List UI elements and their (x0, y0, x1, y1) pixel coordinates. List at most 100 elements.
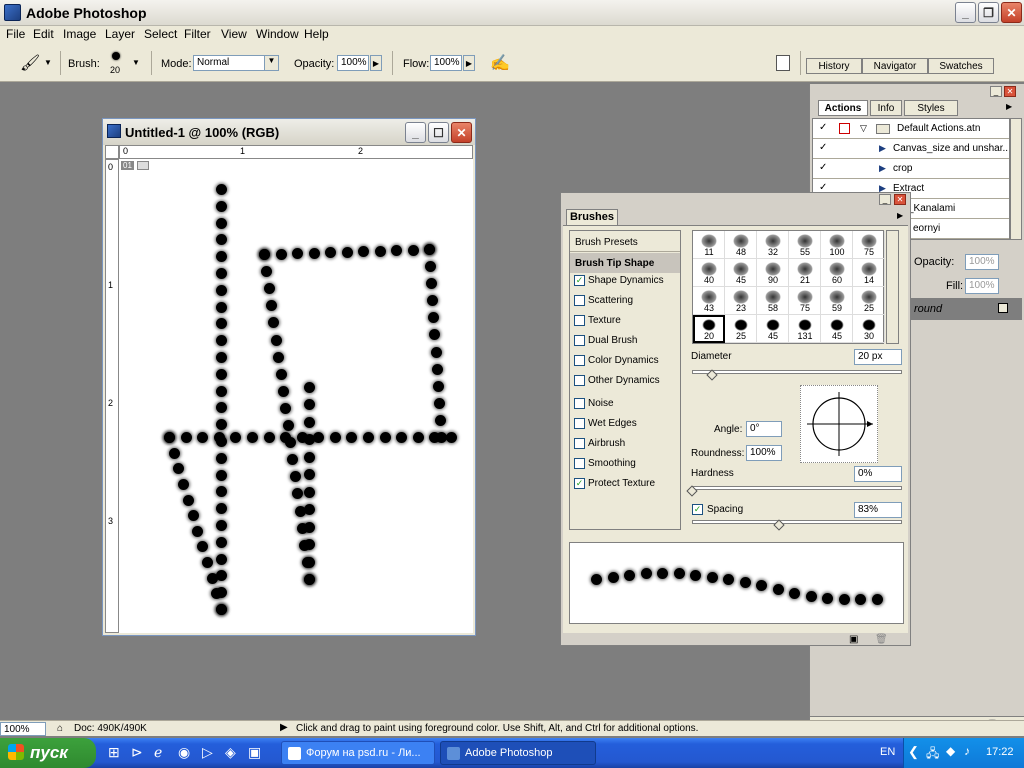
panel-menu-arrow-icon[interactable]: ▶ (897, 211, 903, 220)
tab-navigator[interactable]: Navigator (862, 58, 928, 74)
flow-slider-arrow-icon[interactable]: ▶ (463, 55, 475, 71)
minimize-button[interactable]: _ (955, 2, 976, 23)
spacing-checkbox[interactable]: ✓ (692, 504, 703, 515)
tab-actions[interactable]: Actions (818, 100, 868, 116)
canvas[interactable]: 01 (119, 159, 473, 633)
quicklaunch-desktop-icon[interactable]: ⊞ (108, 744, 120, 761)
menu-image[interactable]: Image (63, 27, 96, 41)
brush-tip-cell[interactable]: 32 (757, 231, 789, 259)
checkbox[interactable] (574, 398, 585, 409)
shape-dynamics-option[interactable]: ✓ Shape Dynamics (574, 275, 664, 286)
brush-tip-cell[interactable]: 60 (821, 259, 853, 287)
diameter-input[interactable]: 20 px (854, 349, 902, 365)
maximize-button[interactable]: ❐ (978, 2, 999, 23)
tab-styles[interactable]: Styles (904, 100, 958, 116)
document-title-bar[interactable]: Untitled-1 @ 100% (RGB) _ ☐ ✕ (103, 119, 475, 145)
brush-tip-cell[interactable]: 45 (821, 315, 853, 343)
menu-select[interactable]: Select (144, 27, 177, 41)
quicklaunch-photoshop-icon[interactable]: ◈ (225, 744, 236, 761)
palette-close-button[interactable]: ✕ (1004, 86, 1016, 97)
brush-tip-cell[interactable]: 59 (821, 287, 853, 315)
language-indicator[interactable]: EN (880, 746, 895, 758)
color-dynamics-option[interactable]: Color Dynamics (574, 355, 659, 366)
start-button[interactable]: пуск (0, 738, 96, 768)
quicklaunch-app-icon[interactable]: ▣ (248, 744, 261, 761)
menu-edit[interactable]: Edit (33, 27, 54, 41)
hardness-input[interactable]: 0% (854, 466, 902, 482)
spacing-input[interactable]: 83% (854, 502, 902, 518)
toggle-check-icon[interactable]: ✓ (819, 142, 827, 153)
brush-tip-cell[interactable]: 11 (693, 231, 725, 259)
layers-fill-input[interactable]: 100% (965, 278, 999, 294)
diameter-slider[interactable] (692, 370, 902, 374)
brush-tip-cell[interactable]: 40 (693, 259, 725, 287)
angle-input[interactable]: 0° (746, 421, 782, 437)
palette-minimize-button[interactable]: _ (990, 86, 1002, 97)
brush-tip-cell[interactable]: 75 (853, 231, 885, 259)
checkbox[interactable] (574, 375, 585, 386)
taskbar-item-photoshop[interactable]: Adobe Photoshop (440, 741, 596, 765)
brush-tip-cell[interactable]: 20 (693, 315, 725, 343)
quicklaunch-media-icon[interactable]: ▷ (202, 744, 213, 761)
airbrush-icon[interactable]: ✍ (490, 53, 510, 73)
tray-volume-icon[interactable]: ♪ (964, 744, 970, 758)
new-brush-icon[interactable]: ▣ (849, 634, 858, 645)
trash-icon[interactable]: 🗑 (875, 634, 888, 645)
noise-option[interactable]: Noise (574, 398, 614, 409)
palette-minimize-button[interactable]: _ (879, 194, 891, 205)
menu-view[interactable]: View (221, 27, 247, 41)
horizontal-ruler[interactable]: 0 1 2 (119, 145, 473, 159)
brush-tip-cell[interactable]: 100 (821, 231, 853, 259)
palette-menu-icon[interactable] (776, 55, 790, 71)
brush-tip-cell[interactable]: 21 (789, 259, 821, 287)
toggle-check-icon[interactable]: ✓ (819, 162, 827, 173)
menu-window[interactable]: Window (256, 27, 299, 41)
hardness-slider[interactable] (692, 486, 902, 490)
status-arrow-icon[interactable]: ▶ (280, 722, 288, 733)
checkbox[interactable]: ✓ (574, 478, 585, 489)
quicklaunch-ie-icon[interactable]: ℯ (154, 744, 162, 761)
brush-presets-item[interactable]: Brush Presets (570, 234, 680, 252)
brush-tip-cell[interactable]: 45 (757, 315, 789, 343)
checkbox[interactable]: ✓ (574, 275, 585, 286)
brush-tip-cell[interactable]: 30 (853, 315, 885, 343)
opacity-input[interactable]: 100% (337, 55, 369, 71)
action-row[interactable]: ✓ ▶ crop (813, 159, 1009, 179)
brush-tip-cell[interactable]: 75 (789, 287, 821, 315)
close-button[interactable]: ✕ (1001, 2, 1022, 23)
quicklaunch-explorer-icon[interactable]: ⊳ (131, 744, 143, 761)
tab-info[interactable]: Info (870, 100, 902, 116)
tab-brushes[interactable]: Brushes (566, 209, 618, 225)
tab-history[interactable]: History (806, 58, 862, 74)
brush-tip-cell[interactable]: 48 (725, 231, 757, 259)
brush-tip-cell[interactable]: 23 (725, 287, 757, 315)
checkbox[interactable] (574, 458, 585, 469)
layers-opacity-input[interactable]: 100% (965, 254, 999, 270)
checkbox[interactable] (574, 295, 585, 306)
scattering-option[interactable]: Scattering (574, 295, 633, 306)
ruler-origin[interactable] (105, 145, 119, 159)
dialog-toggle-icon[interactable] (839, 123, 850, 134)
mode-select[interactable]: Normal ▼ (193, 55, 279, 71)
brushes-palette-header[interactable]: _ ✕ (561, 193, 910, 207)
angle-roundness-widget[interactable] (800, 385, 878, 463)
action-row[interactable]: ✓ ▶ Canvas_size and unshar... (813, 139, 1009, 159)
menu-filter[interactable]: Filter (184, 27, 211, 41)
airbrush-option[interactable]: Airbrush (574, 438, 625, 449)
brush-tip-cell[interactable]: 25 (725, 315, 757, 343)
other-dynamics-option[interactable]: Other Dynamics (574, 375, 660, 386)
palette-close-button[interactable]: ✕ (894, 194, 906, 205)
expand-arrow-icon[interactable]: ▽ (860, 123, 867, 134)
menu-file[interactable]: File (6, 27, 25, 41)
layer-row[interactable]: round (910, 298, 1022, 320)
play-arrow-icon[interactable]: ▶ (879, 163, 886, 174)
doc-maximize-button[interactable]: ☐ (428, 122, 449, 143)
tray-app-icon[interactable]: ◆ (946, 744, 955, 758)
brush-picker-arrow-icon[interactable]: ▼ (132, 58, 140, 67)
checkbox[interactable] (574, 438, 585, 449)
texture-option[interactable]: Texture (574, 315, 621, 326)
brush-tip-cell[interactable]: 131 (789, 315, 821, 343)
tool-preset-arrow-icon[interactable]: ▼ (44, 58, 52, 67)
zoom-input[interactable]: 100% (0, 722, 46, 736)
checkbox[interactable] (574, 315, 585, 326)
